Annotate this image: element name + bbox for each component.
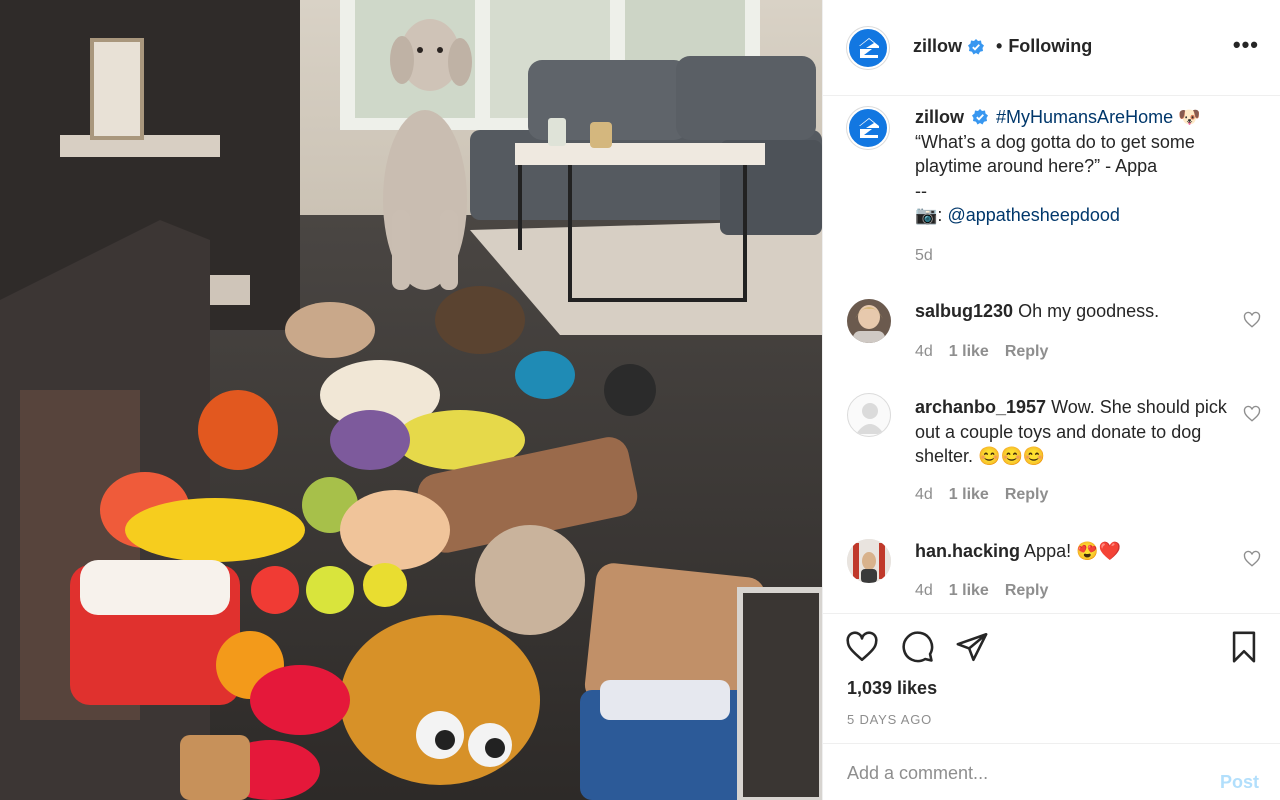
like-heart-icon[interactable]	[845, 630, 879, 664]
add-comment-input[interactable]	[847, 758, 1187, 788]
caption-username[interactable]: zillow	[915, 107, 964, 127]
comment-meta: 4d 1 like Reply	[915, 486, 1048, 504]
comment-username[interactable]: archanbo_1957	[915, 397, 1046, 417]
commenter-avatar[interactable]	[847, 539, 891, 583]
reply-button[interactable]: Reply	[1005, 343, 1049, 361]
comment-text: han.hacking Appa! 😍❤️	[915, 539, 1233, 564]
add-comment-bar: Post	[823, 743, 1280, 800]
comment-body: Oh my goodness.	[1018, 301, 1160, 321]
likes-count[interactable]: 1,039 likes	[847, 678, 937, 699]
comment-age[interactable]: 4d	[915, 486, 933, 504]
post-date[interactable]: 5 DAYS AGO	[847, 712, 932, 727]
caption-line1: “What’s a dog gotta do to get some playt…	[915, 131, 1195, 177]
post-comment-button[interactable]: Post	[1220, 772, 1259, 793]
post-details-panel: zillow • Following ••• zillow #MyHumansA…	[822, 0, 1280, 800]
like-comment-heart-icon[interactable]	[1243, 405, 1261, 423]
avatar-photo	[847, 539, 891, 583]
verified-badge-icon	[968, 38, 984, 54]
zillow-logo-icon	[859, 38, 879, 58]
reply-button[interactable]: Reply	[1005, 486, 1049, 504]
comment-age[interactable]: 4d	[915, 343, 933, 361]
comment-likes[interactable]: 1 like	[949, 582, 989, 600]
reply-button[interactable]: Reply	[1005, 582, 1049, 600]
comment-meta: 4d 1 like Reply	[915, 343, 1048, 361]
comment-meta: 4d 1 like Reply	[915, 582, 1048, 600]
caption-text: zillow #MyHumansAreHome 🐶 “What’s a dog …	[915, 105, 1255, 228]
save-bookmark-icon[interactable]	[1227, 630, 1261, 664]
like-comment-heart-icon[interactable]	[1243, 311, 1261, 329]
caption-age[interactable]: 5d	[915, 247, 933, 265]
zillow-logo-icon	[859, 118, 879, 138]
comments-scroll-area[interactable]: zillow #MyHumansAreHome 🐶 “What’s a dog …	[823, 97, 1280, 613]
caption-zillow-avatar[interactable]	[847, 107, 889, 149]
dog-emoji: 🐶	[1178, 107, 1201, 127]
comment-username[interactable]: han.hacking	[915, 541, 1020, 561]
comment-body: Appa! 😍❤️	[1024, 541, 1121, 561]
verified-badge-icon	[972, 109, 989, 125]
comment-likes[interactable]: 1 like	[949, 343, 989, 361]
caption-line2: --	[915, 180, 927, 201]
more-horizontal-icon[interactable]: •••	[1233, 34, 1259, 56]
following-button[interactable]: Following	[1008, 36, 1092, 57]
post-header: zillow • Following •••	[823, 0, 1280, 96]
comment-age[interactable]: 4d	[915, 582, 933, 600]
comment-text: archanbo_1957 Wow. She should pick out a…	[915, 395, 1233, 469]
header-account-row: zillow • Following	[913, 36, 1092, 57]
comment-text: salbug1230 Oh my goodness.	[915, 299, 1233, 324]
caption-colon: :	[937, 205, 943, 225]
avatar-photo	[847, 299, 891, 343]
camera-emoji: 📷	[915, 205, 938, 225]
post-actions: 1,039 likes 5 DAYS AGO	[823, 613, 1280, 743]
dog-with-toys-image	[0, 0, 822, 800]
default-avatar-icon	[856, 403, 884, 434]
caption-hashtag[interactable]: #MyHumansAreHome	[996, 107, 1173, 127]
post-photo[interactable]	[0, 0, 822, 800]
caption-mention[interactable]: @appathesheepdood	[947, 205, 1119, 225]
zillow-avatar[interactable]	[847, 27, 889, 69]
separator-dot: •	[996, 36, 1003, 56]
commenter-avatar[interactable]	[847, 299, 891, 343]
commenter-avatar[interactable]	[847, 393, 891, 437]
comment-username[interactable]: salbug1230	[915, 301, 1013, 321]
comment-bubble-icon[interactable]	[901, 630, 935, 664]
share-paper-plane-icon[interactable]	[955, 630, 989, 664]
like-comment-heart-icon[interactable]	[1243, 550, 1261, 568]
comment-likes[interactable]: 1 like	[949, 486, 989, 504]
header-username[interactable]: zillow	[913, 36, 962, 57]
